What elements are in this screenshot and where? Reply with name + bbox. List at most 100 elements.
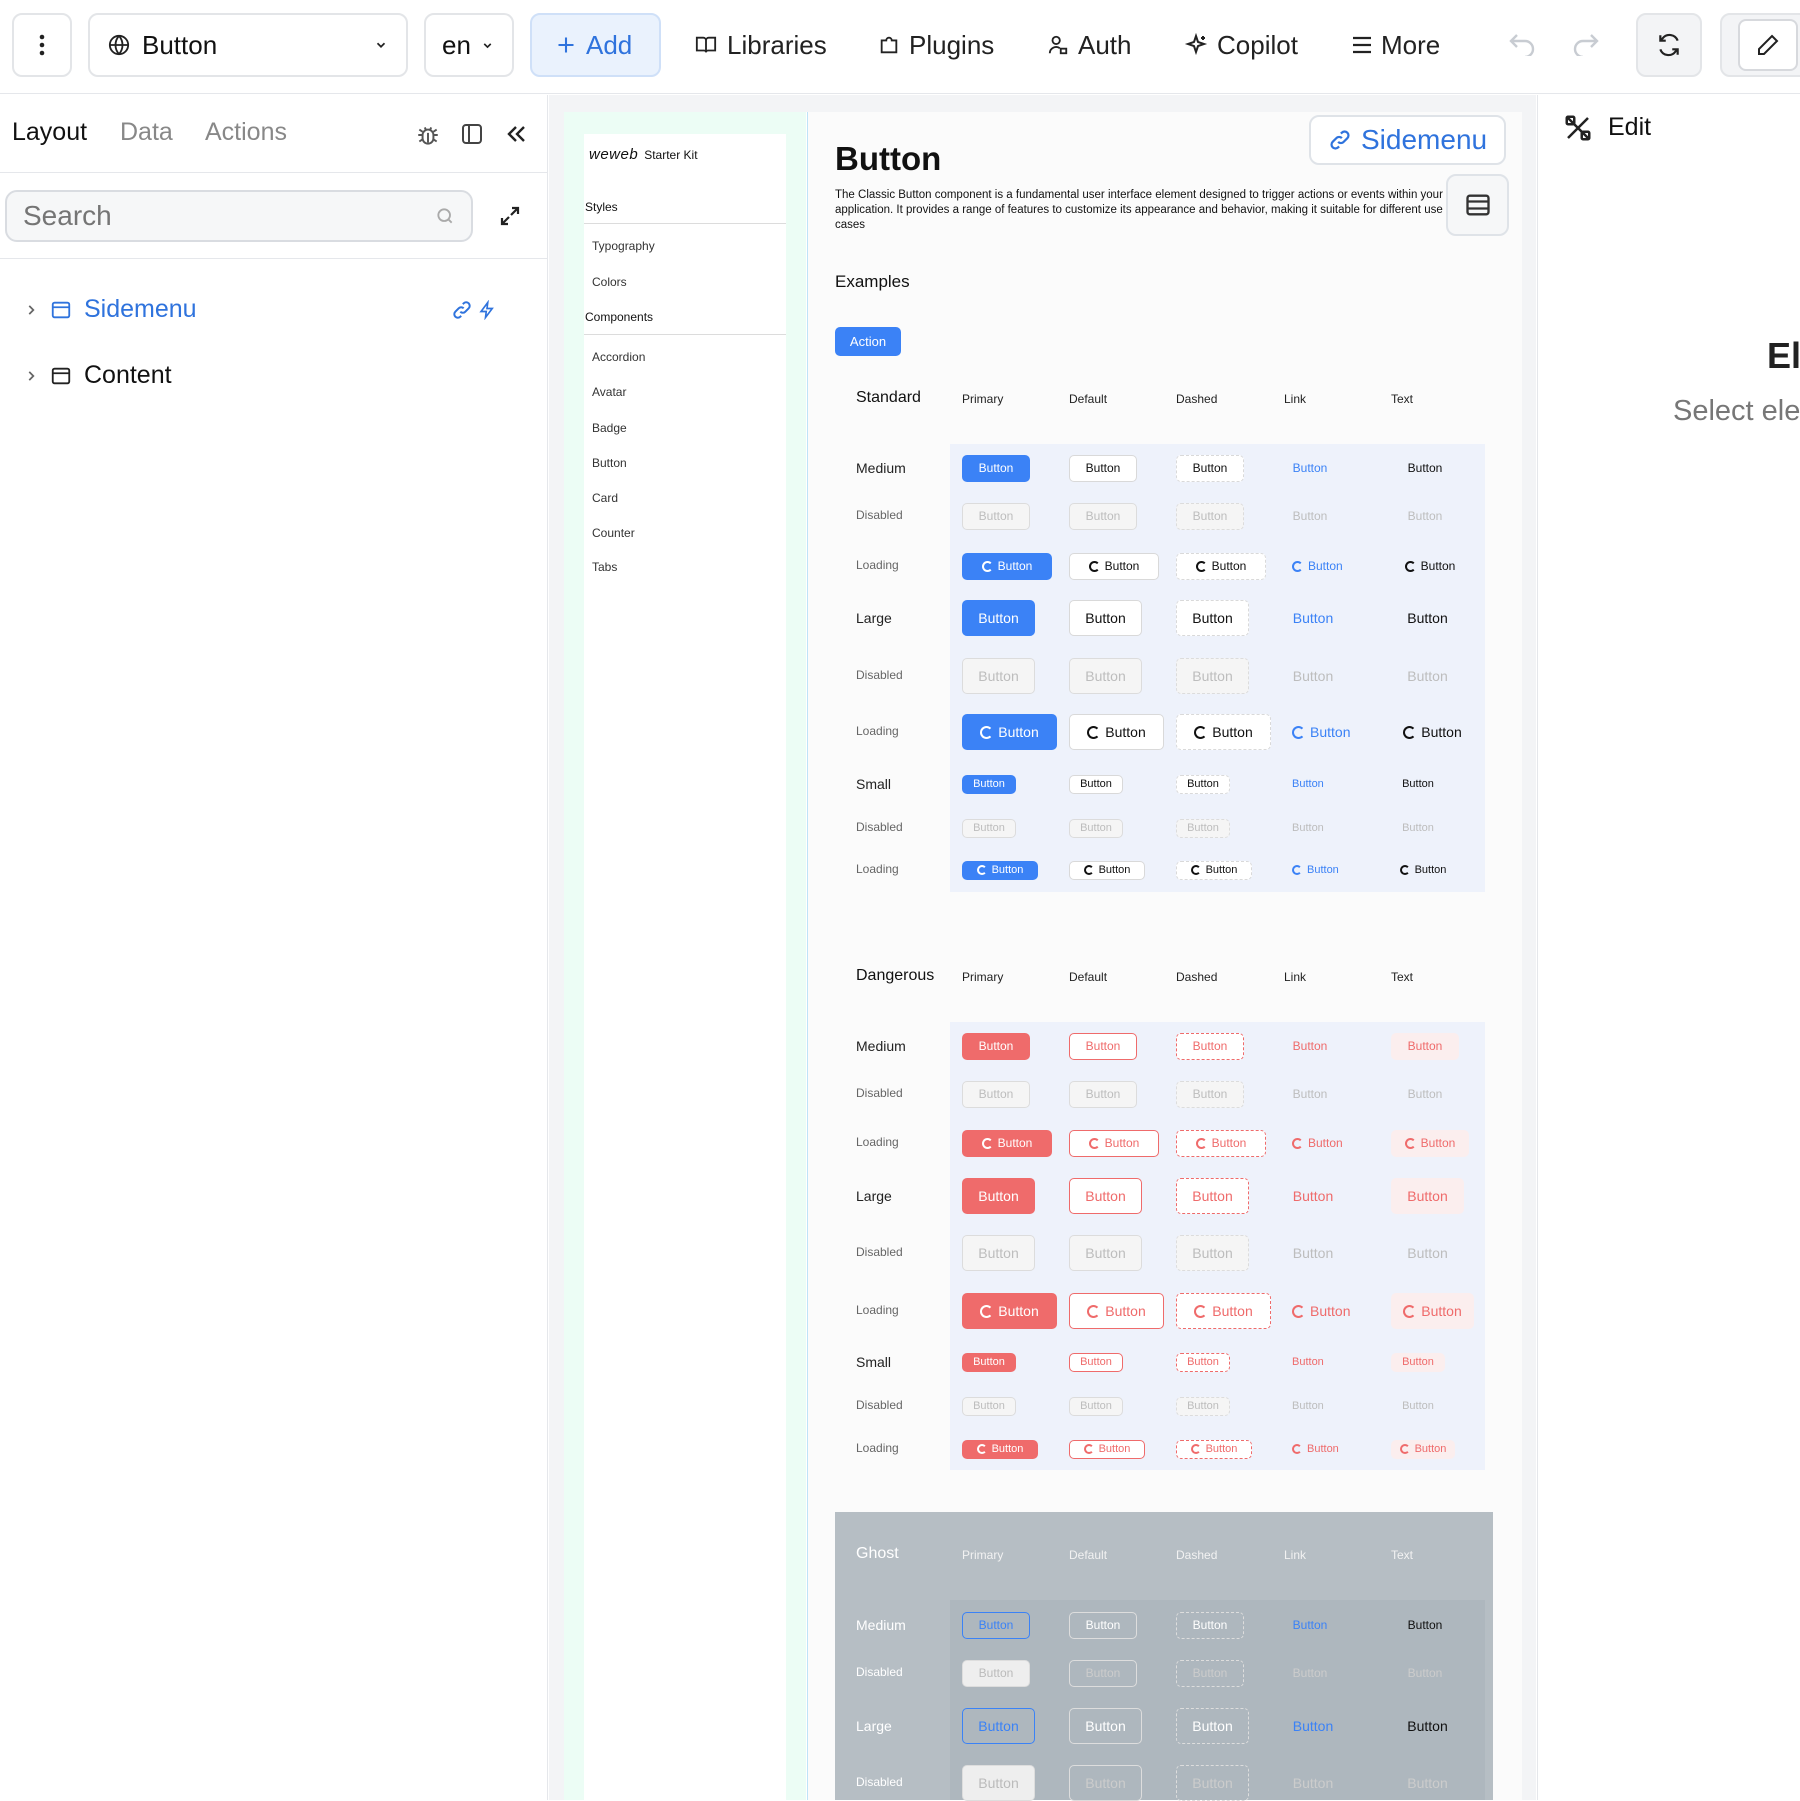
example-button[interactable]: Button <box>1391 1032 1459 1060</box>
example-button[interactable]: Button <box>1391 503 1459 530</box>
example-button[interactable]: Button <box>1391 1293 1474 1329</box>
example-button[interactable]: Button <box>962 1178 1035 1214</box>
example-button[interactable]: Button <box>1391 553 1469 580</box>
example-button[interactable]: Button <box>1069 1235 1142 1271</box>
example-button[interactable]: Button <box>1069 1396 1123 1416</box>
example-button[interactable]: Button <box>1284 1293 1358 1329</box>
example-button[interactable]: Button <box>1069 1659 1137 1687</box>
example-button[interactable]: Button <box>1284 658 1342 694</box>
example-button[interactable]: Button <box>1284 819 1332 838</box>
example-button[interactable]: Button <box>1176 1708 1249 1744</box>
example-button[interactable]: Button <box>1284 503 1336 530</box>
example-button[interactable]: Button <box>962 1293 1057 1329</box>
example-button[interactable]: Button <box>1176 714 1271 750</box>
example-button[interactable]: Button <box>1069 818 1123 838</box>
example-button[interactable]: Button <box>1176 1235 1249 1271</box>
sidebar-item-typography[interactable]: Typography <box>592 239 655 253</box>
example-button[interactable]: Button <box>1391 1708 1464 1744</box>
example-button[interactable]: Button <box>1176 502 1244 530</box>
page-select[interactable]: Button <box>88 13 408 77</box>
example-button[interactable]: Button <box>1391 1439 1455 1459</box>
libraries-button[interactable]: Libraries <box>694 20 827 70</box>
example-button[interactable]: Button <box>1284 553 1351 580</box>
example-button[interactable]: Button <box>1069 1293 1164 1329</box>
example-button[interactable]: Button <box>1176 600 1249 636</box>
example-button[interactable]: Button <box>962 860 1038 880</box>
example-button[interactable]: Button <box>1284 1660 1336 1687</box>
example-button[interactable]: Button <box>962 1235 1035 1271</box>
example-button[interactable]: Button <box>962 1765 1035 1801</box>
link-icon[interactable] <box>452 300 472 320</box>
plugins-button[interactable]: Plugins <box>878 20 994 70</box>
example-button[interactable]: Button <box>1069 1611 1137 1639</box>
example-button[interactable]: Button <box>1391 714 1474 750</box>
example-button[interactable]: Button <box>1069 552 1159 580</box>
search-input[interactable] <box>23 200 435 232</box>
example-button[interactable]: Button <box>1284 600 1342 636</box>
example-button[interactable]: Button <box>962 774 1016 794</box>
example-button[interactable]: Button <box>1284 775 1332 794</box>
example-button[interactable]: Button <box>1176 1765 1249 1801</box>
sidebar-item-card[interactable]: Card <box>592 491 618 505</box>
example-button[interactable]: Button <box>962 1396 1016 1416</box>
example-button[interactable]: Button <box>1284 861 1347 880</box>
example-button[interactable]: Button <box>1391 1235 1464 1271</box>
tab-layout[interactable]: Layout <box>12 118 87 147</box>
more-button[interactable]: More <box>1352 20 1440 70</box>
sidebar-item-counter[interactable]: Counter <box>592 526 635 540</box>
example-button[interactable]: Button <box>962 714 1057 750</box>
example-button[interactable]: Button <box>1391 658 1464 694</box>
example-button[interactable]: Button <box>1391 1178 1464 1214</box>
copilot-button[interactable]: Copilot <box>1184 20 1298 70</box>
example-button[interactable]: Button <box>1069 502 1137 530</box>
example-button[interactable]: Button <box>1284 455 1336 482</box>
bolt-icon[interactable] <box>478 300 496 320</box>
example-button[interactable]: Button <box>1069 1129 1159 1157</box>
example-button[interactable]: Button <box>1069 1439 1145 1459</box>
example-button[interactable]: Button <box>1176 1080 1244 1108</box>
example-button[interactable]: Button <box>962 600 1035 636</box>
example-button[interactable]: Button <box>1284 1081 1336 1108</box>
example-button[interactable]: Button <box>962 1439 1038 1459</box>
example-button[interactable]: Button <box>1391 1081 1459 1108</box>
example-button[interactable]: Button <box>1284 1235 1342 1271</box>
example-button[interactable]: Button <box>1391 1129 1469 1157</box>
language-select[interactable]: en <box>424 13 514 77</box>
example-button[interactable]: Button <box>962 1352 1016 1372</box>
collapse-panel-icon[interactable] <box>504 122 528 146</box>
example-button[interactable]: Button <box>1391 600 1464 636</box>
selection-badge[interactable]: Sidemenu <box>1309 115 1506 165</box>
layout-toggle-button[interactable] <box>1446 174 1509 236</box>
refresh-button[interactable] <box>1636 13 1702 77</box>
example-button[interactable]: Button <box>1176 818 1230 838</box>
example-button[interactable]: Button <box>962 1032 1030 1060</box>
example-button[interactable]: Button <box>1391 1352 1445 1372</box>
example-button[interactable]: Button <box>1391 455 1459 482</box>
example-button[interactable]: Button <box>962 502 1030 530</box>
edit-mode-toggle[interactable] <box>1738 19 1798 71</box>
example-button[interactable]: Button <box>1284 1765 1342 1801</box>
example-button[interactable]: Button <box>1176 1396 1230 1416</box>
example-button[interactable]: Button <box>1391 1660 1459 1687</box>
sidebar-item-colors[interactable]: Colors <box>592 275 627 289</box>
example-button[interactable]: Button <box>1069 1032 1137 1060</box>
example-button[interactable]: Button <box>962 1708 1035 1744</box>
example-button[interactable]: Button <box>1284 1353 1332 1372</box>
sidebar-logo[interactable]: weweb Starter Kit <box>589 146 698 163</box>
sidebar-item-tabs[interactable]: Tabs <box>592 560 617 574</box>
example-button[interactable]: Button <box>1176 1129 1266 1157</box>
example-button[interactable]: Button <box>1069 1352 1123 1372</box>
action-button[interactable]: Action <box>835 327 901 356</box>
example-button[interactable]: Button <box>962 658 1035 694</box>
example-button[interactable]: Button <box>1069 1708 1142 1744</box>
example-button[interactable]: Button <box>1176 1611 1244 1639</box>
tab-actions[interactable]: Actions <box>205 118 287 147</box>
example-button[interactable]: Button <box>1391 775 1445 794</box>
example-button[interactable]: Button <box>962 1080 1030 1108</box>
example-button[interactable]: Button <box>1176 1293 1271 1329</box>
example-button[interactable]: Button <box>962 552 1052 580</box>
example-button[interactable]: Button <box>1284 1130 1351 1157</box>
example-button[interactable]: Button <box>1176 860 1252 880</box>
example-button[interactable]: Button <box>1176 1659 1244 1687</box>
example-button[interactable]: Button <box>1176 1439 1252 1459</box>
